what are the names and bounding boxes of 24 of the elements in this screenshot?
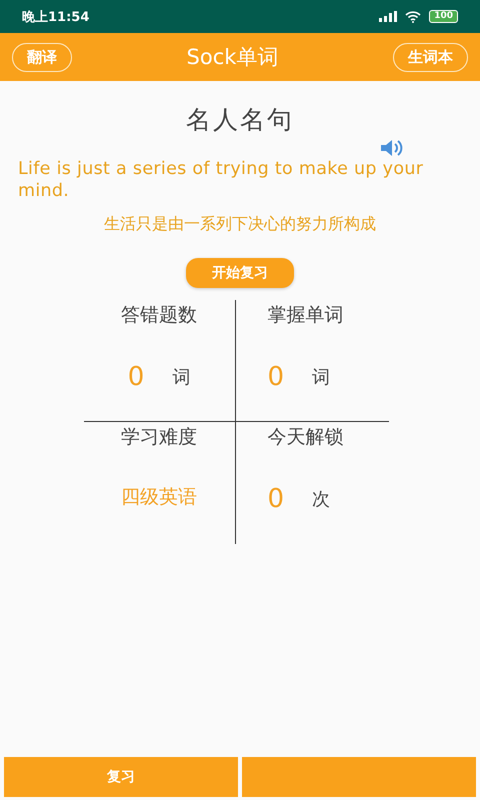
app-title: Sock单词 [186,44,278,71]
stat-value: 0 [268,362,284,392]
stat-label: 今天解锁 [268,425,344,450]
stat-label: 掌握单词 [268,303,344,328]
translate-button[interactable]: 翻译 [12,42,72,72]
status-time: 晚上11:54 [22,8,90,26]
stat-value: 0 [128,362,144,392]
battery-level: 100 [429,10,458,23]
stat-unit: 次 [312,488,330,511]
speaker-icon[interactable] [380,138,404,158]
start-review-button[interactable]: 开始复习 [186,258,294,288]
quote-english: Life is just a series of trying to make up your mind. [17,158,424,202]
signal-icon [379,11,398,22]
stat-unit: 词 [312,366,330,389]
stat-unit: 词 [172,366,190,389]
stat-label: 学习难度 [121,425,197,450]
section-heading: 名人名句 [185,104,295,136]
stat-label: 答错题数 [121,303,197,328]
vocabulary-book-button[interactable]: 生词本 [392,42,468,72]
wifi-icon [405,10,422,22]
stat-value: 四级英语 [121,485,197,510]
stat-value: 0 [268,484,284,514]
quote-chinese: 生活只是由一系列下决心的努力所构成 [103,214,377,235]
bottom-tab[interactable]: 复习 [4,757,238,797]
